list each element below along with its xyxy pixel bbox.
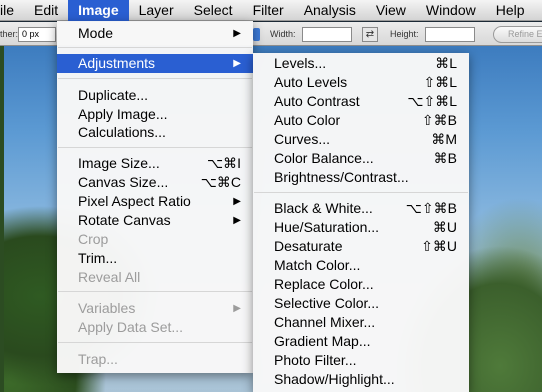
menu-item-apply-data-set: Apply Data Set... xyxy=(78,319,184,335)
menu-item-hue-saturation[interactable]: Hue/Saturation... ⌘U xyxy=(253,218,469,237)
menu-file[interactable]: ile xyxy=(0,0,24,21)
menu-item-trap: Trap... xyxy=(78,351,118,367)
menu-item-color-balance[interactable]: Color Balance... ⌘B xyxy=(253,149,469,168)
submenu-arrow-icon: ▶ xyxy=(233,196,241,207)
swap-arrows-icon[interactable]: ⇄ xyxy=(362,27,378,42)
image-menu: Mode ▶ Adjustments ▶ Duplicate... Apply … xyxy=(57,21,253,373)
menu-item-gradient-map[interactable]: Gradient Map... xyxy=(253,332,469,351)
menu-select[interactable]: Select xyxy=(184,0,243,21)
menu-item-photo-filter[interactable]: Photo Filter... xyxy=(253,351,469,370)
submenu-arrow-icon: ▶ xyxy=(233,303,241,314)
height-field[interactable] xyxy=(425,27,475,42)
height-label: Height: xyxy=(390,29,419,39)
menu-window[interactable]: Window xyxy=(416,0,486,21)
menu-item-canvas-size[interactable]: Canvas Size... ⌥⌘C xyxy=(57,173,253,192)
menu-separator xyxy=(58,147,252,148)
menu-item-image-size[interactable]: Image Size... ⌥⌘I xyxy=(57,154,253,173)
menu-item-crop: Crop xyxy=(78,231,109,247)
menu-item-desaturate[interactable]: Desaturate ⇧⌘U xyxy=(253,237,469,256)
menu-item-levels[interactable]: Levels... ⌘L xyxy=(253,54,469,73)
menu-layer[interactable]: Layer xyxy=(129,0,184,21)
menu-filter[interactable]: Filter xyxy=(243,0,294,21)
menu-help[interactable]: Help xyxy=(486,0,535,21)
menu-item-brightness-contrast[interactable]: Brightness/Contrast... xyxy=(253,168,469,187)
menu-item-match-color[interactable]: Match Color... xyxy=(253,256,469,275)
menu-separator xyxy=(58,342,252,343)
menu-item-mode[interactable]: Mode ▶ xyxy=(57,24,253,43)
menu-item-replace-color[interactable]: Replace Color... xyxy=(253,275,469,294)
menubar: ile Edit Image Layer Select Filter Analy… xyxy=(0,0,542,21)
submenu-arrow-icon: ▶ xyxy=(233,215,241,226)
menu-separator xyxy=(58,78,252,79)
adjustments-submenu: Levels... ⌘L Auto Levels ⇧⌘L Auto Contra… xyxy=(253,53,469,392)
menu-item-black-white[interactable]: Black & White... ⌥⇧⌘B xyxy=(253,199,469,218)
menu-item-selective-color[interactable]: Selective Color... xyxy=(253,294,469,313)
menu-item-variables: Variables ▶ xyxy=(78,300,241,316)
width-label: Width: xyxy=(270,29,296,39)
feather-field[interactable]: 0 px xyxy=(18,27,56,42)
refine-edge-button[interactable]: Refine E xyxy=(493,26,542,43)
menu-separator xyxy=(58,47,252,48)
feather-label: ther: xyxy=(0,29,19,39)
menu-item-adjustments[interactable]: Adjustments ▶ xyxy=(57,54,253,73)
submenu-arrow-icon: ▶ xyxy=(233,28,241,39)
submenu-arrow-icon: ▶ xyxy=(233,58,241,69)
canvas-edge xyxy=(0,46,4,392)
menu-item-trim[interactable]: Trim... xyxy=(57,249,253,268)
menu-item-rotate-canvas[interactable]: Rotate Canvas ▶ xyxy=(57,211,253,230)
menu-item-curves[interactable]: Curves... ⌘M xyxy=(253,130,469,149)
menu-item-auto-contrast[interactable]: Auto Contrast ⌥⇧⌘L xyxy=(253,92,469,111)
menu-item-channel-mixer[interactable]: Channel Mixer... xyxy=(253,313,469,332)
menu-item-auto-color[interactable]: Auto Color ⇧⌘B xyxy=(253,111,469,130)
menu-analysis[interactable]: Analysis xyxy=(294,0,366,21)
menu-image[interactable]: Image xyxy=(68,0,129,21)
menu-item-reveal-all: Reveal All xyxy=(78,269,141,285)
menu-item-duplicate[interactable]: Duplicate... xyxy=(57,86,253,105)
menu-view[interactable]: View xyxy=(366,0,416,21)
menu-item-auto-levels[interactable]: Auto Levels ⇧⌘L xyxy=(253,73,469,92)
menu-separator xyxy=(254,192,468,193)
style-dropdown-edge[interactable] xyxy=(253,28,260,41)
menu-separator xyxy=(58,291,252,292)
menu-item-pixel-aspect-ratio[interactable]: Pixel Aspect Ratio ▶ xyxy=(57,192,253,211)
width-field[interactable] xyxy=(302,27,352,42)
menu-item-calculations[interactable]: Calculations... xyxy=(57,123,253,142)
menu-edit[interactable]: Edit xyxy=(24,0,68,21)
menu-item-apply-image[interactable]: Apply Image... xyxy=(57,105,253,124)
menu-item-shadow-highlight[interactable]: Shadow/Highlight... xyxy=(253,370,469,389)
